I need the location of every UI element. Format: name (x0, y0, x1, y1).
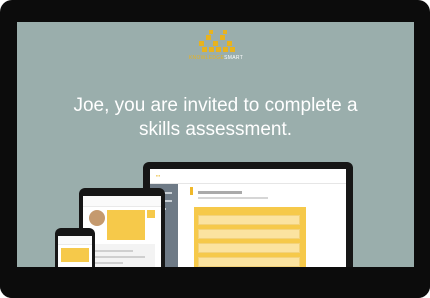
laptop-form-row (198, 215, 300, 225)
laptop-logo: ▪▪▪ (156, 173, 161, 178)
laptop-form-row (198, 257, 300, 267)
phone-card (61, 248, 89, 262)
invite-headline: Joe, you are invited to complete a skill… (17, 94, 414, 142)
email-frame: KNOWLEDGESMART Joe, you are invited to c… (0, 0, 430, 298)
laptop-subtitle-line (198, 197, 268, 199)
tablet-avatar (89, 210, 105, 226)
tablet-text-line (93, 262, 123, 264)
laptop-header: ▪▪▪ (150, 169, 346, 184)
bottom-bar (0, 267, 430, 298)
laptop-title-line (198, 191, 242, 194)
brand-logo: KNOWLEDGESMART (189, 30, 243, 68)
tablet-text-line (93, 256, 145, 258)
tablet-card (107, 210, 145, 240)
tablet-accent (147, 210, 155, 218)
laptop-form-row (198, 229, 300, 239)
headline-line-1: Joe, you are invited to complete a (73, 95, 358, 116)
laptop-form-row (198, 243, 300, 253)
logo-mark-icon (199, 30, 235, 52)
headline-line-2: skills assessment. (138, 119, 293, 140)
laptop-accent (190, 187, 193, 195)
hero-banner: KNOWLEDGESMART Joe, you are invited to c… (17, 22, 414, 298)
phone-header (58, 236, 92, 245)
tablet-text-line (93, 250, 133, 252)
tablet-header (83, 196, 161, 207)
logo-wordmark: KNOWLEDGESMART (188, 55, 244, 61)
